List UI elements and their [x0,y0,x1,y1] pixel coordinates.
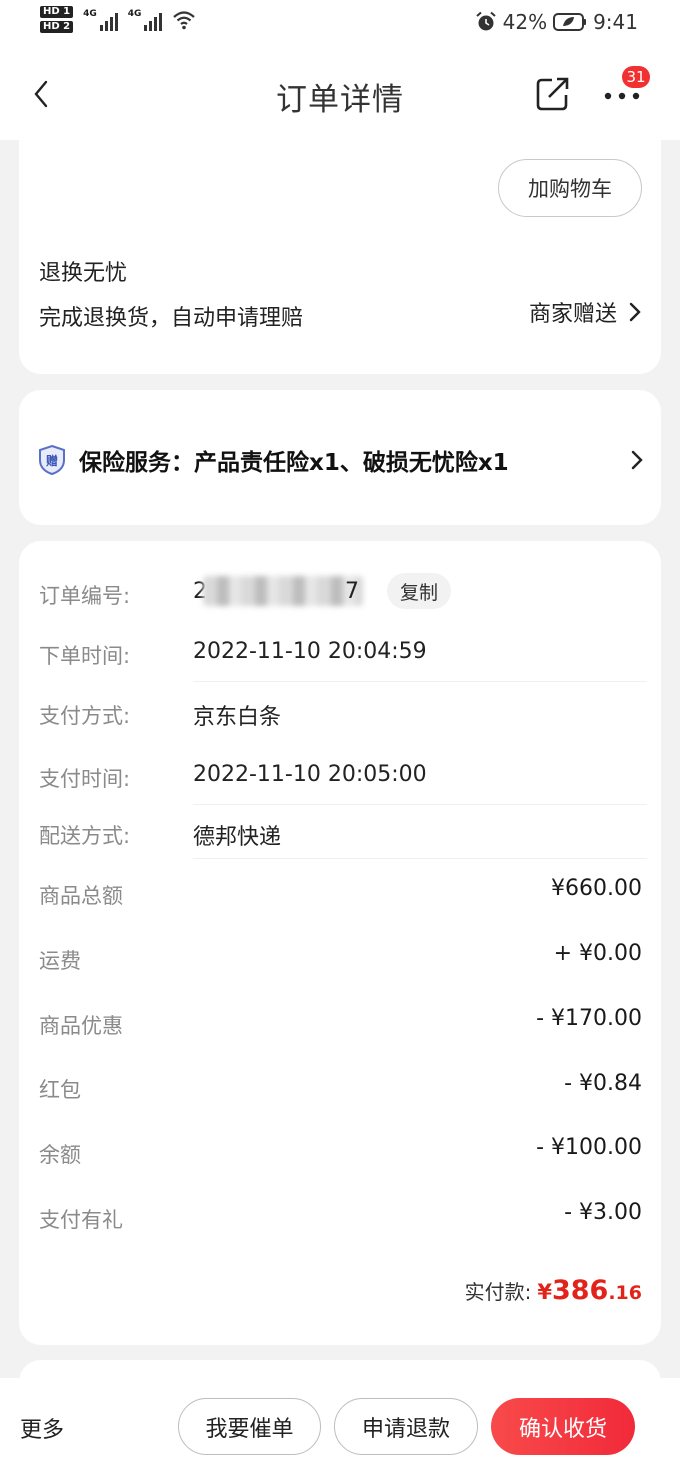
divider [193,681,647,682]
apply-refund-button[interactable]: 申请退款 [334,1398,478,1455]
return-service-card: 加购物车 退换无忧 完成退换货，自动申请理赔 商家赠送 [19,122,661,374]
return-service-title: 退换无忧 [39,261,128,286]
copy-order-number-button[interactable]: 复制 [387,573,451,609]
order-number-label: 订单编号: [39,584,131,608]
amount-label: 商品优惠 [39,1014,123,1038]
insurance-text: 保险服务：产品责任险x1、破损无忧险x1 [79,450,509,476]
amount-value: - ¥3.00 [564,1200,642,1225]
insurance-card: 赠 保险服务：产品责任险x1、破损无忧险x1 [19,390,661,525]
amount-label: 红包 [39,1078,81,1102]
order-time-value: 2022-11-10 20:04:59 [193,639,427,664]
amount-value: ¥660.00 [551,876,642,901]
shield-gift-icon: 赠 [39,444,65,476]
total-decimal: .16 [608,1282,642,1304]
signal-2-icon: 4G [128,9,163,31]
total-paid-row: 实付款: ¥ 386 .16 [465,1275,642,1306]
signal-1-icon: 4G [83,9,118,31]
order-number-redacted [203,576,363,606]
amount-label: 支付有礼 [39,1208,123,1232]
delivery-value: 德邦快递 [193,825,282,850]
network-type-1: 4G [83,8,97,19]
hd1-indicator: HD 1 [40,6,74,18]
confirm-receipt-button[interactable]: 确认收货 [491,1398,635,1455]
hd-indicators: HD 1 HD 2 [40,6,74,33]
notification-badge: 31 [622,66,650,88]
amount-label: 商品总额 [39,884,123,908]
total-integer: 386 [551,1275,609,1306]
wifi-icon [173,10,196,29]
order-time-label: 下单时间: [39,644,131,668]
amount-label: 运费 [39,949,81,973]
bottom-action-bar: 更多 我要催单 申请退款 确认收货 [0,1378,680,1473]
amount-value: - ¥0.84 [564,1071,642,1096]
amount-value: - ¥170.00 [536,1006,642,1031]
share-icon[interactable] [534,73,572,113]
divider [193,858,647,859]
status-left: HD 1 HD 2 4G 4G [40,6,196,33]
add-to-cart-button[interactable]: 加购物车 [498,159,642,217]
hd2-indicator: HD 2 [40,21,74,33]
chevron-right-icon [631,450,643,470]
battery-icon [553,13,587,31]
pay-time-value: 2022-11-10 20:05:00 [193,762,427,787]
network-type-2: 4G [127,8,142,19]
insurance-row[interactable]: 赠 保险服务：产品责任险x1、破损无忧险x1 [37,440,643,480]
divider [193,804,647,805]
merchant-gift-link[interactable]: 商家赠送 [529,296,641,328]
amount-value: + ¥0.00 [553,941,642,966]
chevron-right-icon [629,302,641,322]
pay-method-label: 支付方式: [39,704,131,728]
more-link[interactable]: 更多 [20,1412,64,1444]
total-currency: ¥ [537,1280,552,1304]
status-bar: HD 1 HD 2 4G 4G 42% 9:41 [0,0,680,48]
pay-method-value: 京东白条 [193,705,282,730]
order-info-card: 订单编号: 2 7 复制 下单时间: 2022-11-10 20:04:59 支… [19,541,661,1345]
urge-order-button[interactable]: 我要催单 [178,1398,321,1455]
status-right: 42% 9:41 [475,10,638,34]
pay-time-label: 支付时间: [39,767,131,791]
clock: 9:41 [593,10,638,34]
total-paid-label: 实付款: [464,1280,532,1304]
amount-value: - ¥100.00 [536,1135,642,1160]
delivery-label: 配送方式: [39,824,131,848]
page-title: 订单详情 [276,82,404,118]
battery-percent: 42% [502,10,548,34]
order-number-end: 7 [345,579,359,604]
merchant-gift-label: 商家赠送 [528,302,617,327]
amount-label: 余额 [39,1143,81,1167]
alarm-icon [475,11,496,31]
shield-icon-char: 赠 [46,453,58,468]
return-service-description: 完成退换货，自动申请理赔 [39,306,304,331]
